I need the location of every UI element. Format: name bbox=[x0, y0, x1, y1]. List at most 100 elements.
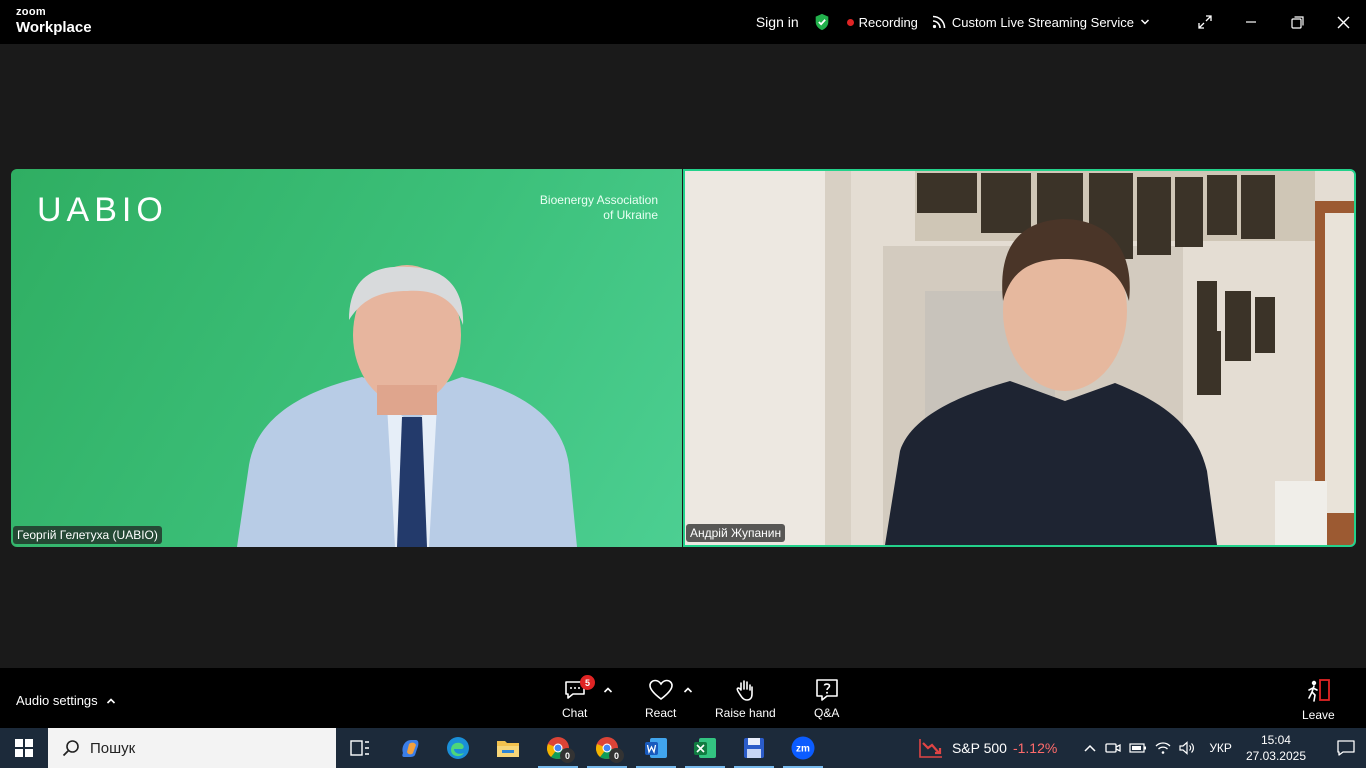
battery-icon bbox=[1129, 743, 1147, 753]
stock-widget[interactable]: S&P 500 -1.12% bbox=[918, 737, 1057, 759]
chevron-up-icon bbox=[1084, 744, 1096, 752]
chrome-app-2[interactable]: 0 bbox=[583, 728, 631, 768]
search-placeholder: Пошук bbox=[90, 739, 136, 757]
fullscreen-button[interactable] bbox=[1182, 0, 1228, 44]
close-icon bbox=[1337, 16, 1349, 28]
shield-check-icon[interactable] bbox=[813, 13, 831, 31]
video-tile-right-active-speaker[interactable]: Андрій Жупанин bbox=[683, 169, 1356, 547]
chrome-badge: 0 bbox=[609, 748, 624, 763]
video-tile-left[interactable]: UABIO Bioenergy Association of Ukraine Г… bbox=[11, 169, 682, 547]
show-hidden-icons-button[interactable] bbox=[1083, 743, 1097, 753]
input-language-indicator[interactable]: УКР bbox=[1209, 741, 1232, 755]
copilot-icon bbox=[402, 740, 419, 757]
brand-workplace: Workplace bbox=[16, 19, 92, 36]
edge-app[interactable] bbox=[434, 728, 482, 768]
word-icon bbox=[645, 738, 667, 758]
system-tray: S&P 500 -1.12% УКР 15:04 27.03.2025 bbox=[918, 728, 1366, 768]
title-bar: zoom Workplace Sign in Recording Custom … bbox=[0, 0, 1366, 44]
broadcast-icon bbox=[932, 15, 946, 29]
meeting-toolbar: Audio settings 5 Chat React Raise hand Q… bbox=[0, 668, 1366, 728]
chevron-down-icon bbox=[1140, 19, 1150, 25]
clock-date: 27.03.2025 bbox=[1245, 749, 1306, 763]
streaming-label: Custom Live Streaming Service bbox=[951, 14, 1134, 30]
audio-settings-label: Audio settings bbox=[16, 693, 98, 708]
zoom-window: zoom Workplace Sign in Recording Custom … bbox=[0, 0, 1366, 768]
restore-icon bbox=[1290, 15, 1304, 29]
save-app[interactable] bbox=[730, 728, 778, 768]
raise-hand-button[interactable]: Raise hand bbox=[715, 678, 776, 720]
brand-zoom: zoom bbox=[16, 6, 46, 18]
notification-center-button[interactable] bbox=[1326, 739, 1366, 757]
stock-name: S&P 500 bbox=[951, 740, 1007, 756]
zoom-app[interactable]: zm bbox=[779, 728, 827, 768]
uabio-logo: UABIO bbox=[37, 191, 168, 229]
word-app[interactable] bbox=[632, 728, 680, 768]
hand-icon bbox=[736, 680, 754, 701]
recording-label: Recording bbox=[858, 14, 918, 30]
clock-time: 15:04 bbox=[1260, 733, 1291, 747]
copilot-app[interactable] bbox=[386, 728, 434, 768]
heart-icon bbox=[648, 679, 673, 701]
camera-tray-button[interactable] bbox=[1105, 741, 1121, 755]
participant-video-figure bbox=[237, 265, 577, 547]
record-dot-icon bbox=[846, 18, 854, 26]
svg-text:zm: zm bbox=[796, 744, 810, 755]
audio-settings-button[interactable]: Audio settings bbox=[16, 693, 116, 708]
participant-name-tag: Георгій Гелетуха (UABIO) bbox=[13, 526, 162, 544]
sign-in-button[interactable]: Sign in bbox=[756, 14, 799, 30]
notification-icon bbox=[1337, 740, 1355, 756]
zoom-icon: zm bbox=[791, 736, 815, 760]
speaker-icon bbox=[1179, 741, 1195, 755]
close-button[interactable] bbox=[1320, 0, 1366, 44]
leave-button[interactable]: Leave bbox=[1302, 678, 1335, 722]
search-icon bbox=[62, 740, 79, 757]
uabio-subtitle-line1: Bioenergy Association bbox=[539, 193, 658, 207]
wifi-tray-button[interactable] bbox=[1155, 741, 1171, 755]
chat-unread-badge: 5 bbox=[580, 675, 595, 690]
folder-icon bbox=[497, 741, 519, 757]
chrome-app[interactable]: 0 bbox=[534, 728, 582, 768]
expand-icon bbox=[1198, 15, 1212, 29]
recording-indicator[interactable]: Recording bbox=[846, 14, 918, 30]
stock-down-chart-icon bbox=[919, 739, 942, 758]
minimize-button[interactable] bbox=[1228, 0, 1274, 44]
live-stream-menu[interactable]: Custom Live Streaming Service bbox=[932, 15, 1156, 30]
chat-button[interactable]: 5 Chat bbox=[562, 675, 595, 720]
chat-label: Chat bbox=[562, 706, 588, 720]
restore-button[interactable] bbox=[1274, 0, 1320, 44]
chevron-up-icon bbox=[106, 697, 115, 704]
file-explorer-app[interactable] bbox=[484, 728, 532, 768]
start-button[interactable] bbox=[0, 728, 48, 768]
wifi-icon bbox=[1155, 742, 1171, 754]
camera-icon bbox=[1105, 743, 1121, 753]
task-view-button[interactable] bbox=[336, 728, 384, 768]
react-button[interactable]: React bbox=[645, 678, 676, 720]
excel-app[interactable] bbox=[681, 728, 729, 768]
react-label: React bbox=[645, 706, 677, 720]
raise-hand-label: Raise hand bbox=[715, 706, 776, 720]
qa-label: Q&A bbox=[814, 706, 840, 720]
uabio-subtitle-line2: of Ukraine bbox=[603, 208, 658, 222]
question-bubble-icon bbox=[815, 679, 838, 701]
qa-button[interactable]: Q&A bbox=[814, 678, 839, 720]
clock[interactable]: 15:04 27.03.2025 bbox=[1246, 732, 1306, 764]
windows-taskbar: Пошук 0 0 zm S&P 500 -1.12% УКР 15:04 27… bbox=[0, 728, 1366, 768]
taskbar-search-box[interactable]: Пошук bbox=[48, 728, 336, 768]
minimize-icon bbox=[1246, 21, 1256, 23]
volume-tray-button[interactable] bbox=[1179, 741, 1195, 755]
leave-label: Leave bbox=[1302, 708, 1335, 722]
room-background bbox=[685, 171, 1354, 545]
react-options-chevron-icon[interactable] bbox=[683, 685, 693, 695]
leave-door-icon bbox=[1308, 679, 1331, 702]
task-view-icon bbox=[350, 740, 369, 756]
chrome-badge: 0 bbox=[560, 748, 575, 763]
participant-name-tag: Андрій Жупанин bbox=[686, 524, 786, 542]
edge-icon bbox=[447, 737, 469, 759]
chat-options-chevron-icon[interactable] bbox=[603, 685, 613, 695]
uabio-subtitle: Bioenergy Association of Ukraine bbox=[540, 193, 658, 223]
battery-tray-button[interactable] bbox=[1129, 742, 1147, 754]
excel-icon bbox=[694, 738, 716, 758]
windows-logo-icon bbox=[15, 739, 33, 757]
stock-change: -1.12% bbox=[1012, 740, 1058, 756]
floppy-disk-icon bbox=[744, 738, 764, 758]
